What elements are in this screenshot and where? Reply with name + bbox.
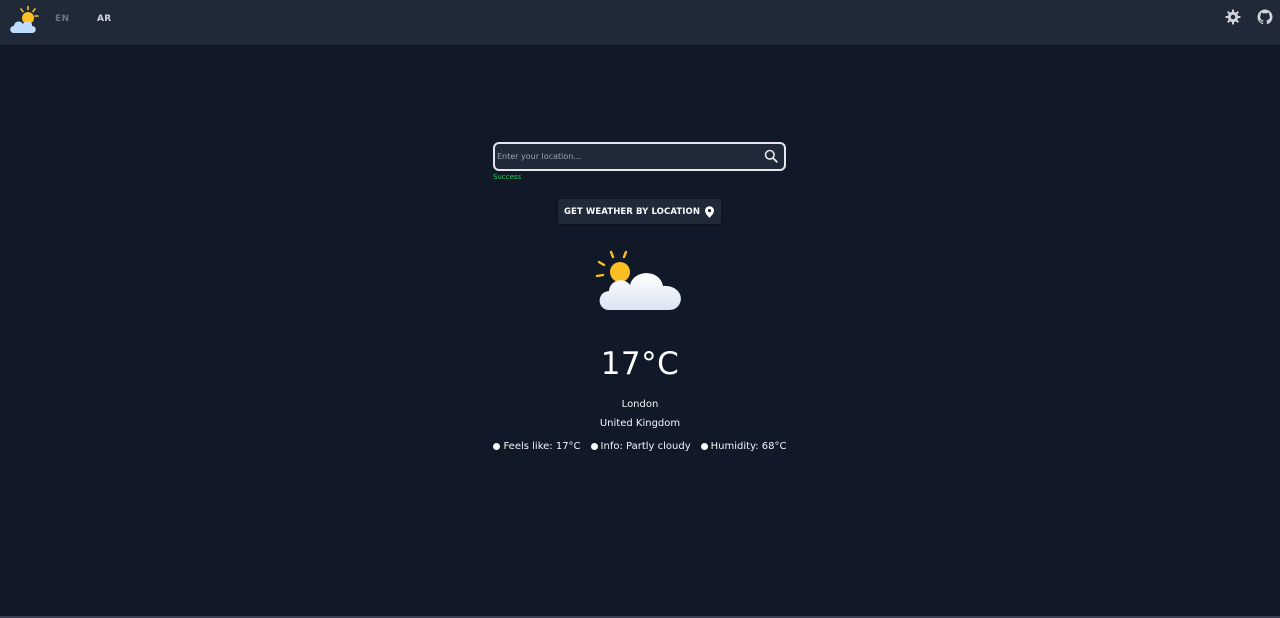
- location-search-input[interactable]: [495, 144, 757, 169]
- weather-details: Feels like: 17°C Info: Partly cloudy Hum…: [440, 441, 840, 452]
- github-icon[interactable]: [1257, 9, 1273, 25]
- location-button-label: GET WEATHER BY LOCATION: [563, 206, 701, 217]
- search-box: [493, 142, 786, 171]
- feels-like-item: Feels like: 17°C: [493, 441, 581, 452]
- temperature-value: 17°C: [600, 346, 680, 382]
- language-en-link[interactable]: EN: [55, 14, 69, 24]
- gear-icon[interactable]: [1225, 9, 1241, 25]
- city-name: London: [621, 399, 659, 410]
- feels-like-text: Feels like: 17°C: [503, 441, 581, 452]
- bullet-dot-icon: [493, 443, 501, 450]
- info-item: Info: Partly cloudy: [590, 441, 691, 452]
- location-pin-icon: [705, 205, 715, 218]
- bullet-dot-icon: [700, 443, 708, 450]
- get-weather-by-location-button[interactable]: GET WEATHER BY LOCATION: [558, 199, 721, 224]
- humidity-item: Humidity: 68°C: [700, 441, 787, 452]
- search-status-text: Success: [493, 173, 522, 181]
- partly-cloudy-icon: [595, 250, 681, 310]
- language-ar-link[interactable]: AR: [97, 14, 112, 24]
- bullet-dot-icon: [590, 443, 598, 450]
- top-navbar: EN AR: [0, 0, 1280, 45]
- weather-logo-icon[interactable]: [8, 5, 42, 37]
- info-text: Info: Partly cloudy: [600, 441, 691, 452]
- search-icon[interactable]: [764, 149, 778, 163]
- humidity-text: Humidity: 68°C: [710, 441, 787, 452]
- country-name: United Kingdom: [599, 418, 681, 429]
